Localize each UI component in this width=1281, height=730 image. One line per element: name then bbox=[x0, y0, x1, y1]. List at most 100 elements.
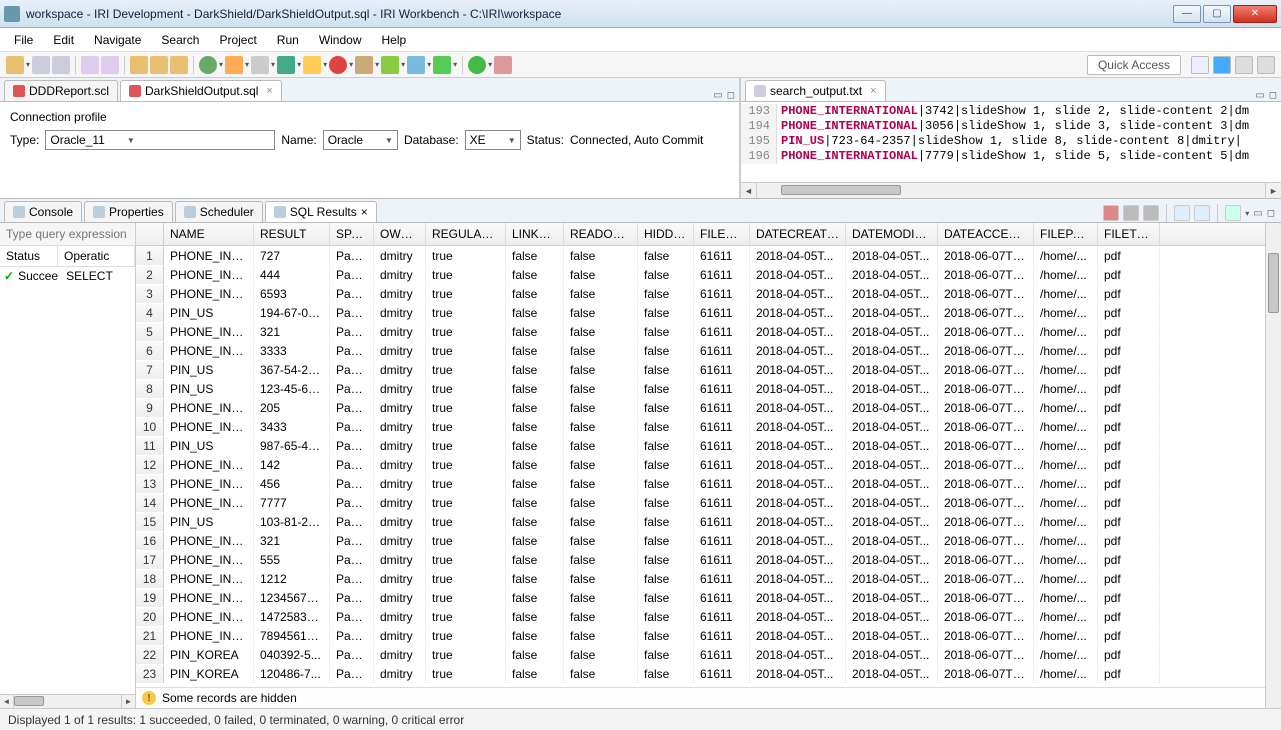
col-header[interactable]: DATEMODIFIED bbox=[846, 223, 938, 245]
text-mode-icon[interactable] bbox=[1194, 205, 1210, 221]
table-row[interactable]: 4PIN_US194-67-09...Pag...dmitrytruefalse… bbox=[136, 303, 1265, 322]
rocket-icon[interactable] bbox=[355, 56, 373, 74]
perspective-iri-icon[interactable] bbox=[1213, 56, 1231, 74]
col-header[interactable]: HIDDEN bbox=[638, 223, 694, 245]
maximize-pane-icon[interactable]: ◻ bbox=[1269, 90, 1277, 101]
tab-search-output[interactable]: search_output.txt × bbox=[745, 80, 886, 101]
type-dropdown[interactable]: Oracle_11 bbox=[45, 130, 275, 150]
col-status[interactable]: Status bbox=[0, 246, 58, 266]
snow-icon[interactable] bbox=[407, 56, 425, 74]
table-row[interactable]: 14PHONE_INTE...7777Pag...dmitrytruefalse… bbox=[136, 493, 1265, 512]
scroll-thumb[interactable] bbox=[1268, 253, 1279, 313]
tab-dddreport[interactable]: DDDReport.scl bbox=[4, 80, 118, 101]
col-header[interactable] bbox=[136, 223, 164, 245]
col-header[interactable]: SPAN bbox=[330, 223, 374, 245]
undo-icon[interactable] bbox=[81, 56, 99, 74]
table-row[interactable]: 21PHONE_INTE...78945612...Pag...dmitrytr… bbox=[136, 626, 1265, 645]
name-dropdown[interactable]: Oracle bbox=[323, 130, 398, 150]
table-row[interactable]: 5PHONE_INTE...321Pag...dmitrytruefalsefa… bbox=[136, 322, 1265, 341]
menu-file[interactable]: File bbox=[6, 31, 41, 49]
terminate-icon[interactable] bbox=[1143, 205, 1159, 221]
table-row[interactable]: 2PHONE_INTE...444Pag...dmitrytruefalsefa… bbox=[136, 265, 1265, 284]
menu-project[interactable]: Project bbox=[211, 31, 264, 49]
maximize-view-icon[interactable]: ◻ bbox=[1267, 208, 1275, 219]
table-row[interactable]: 7PIN_US367-54-23...Pag...dmitrytruefalse… bbox=[136, 360, 1265, 379]
save-all-icon[interactable] bbox=[52, 56, 70, 74]
code-line[interactable]: PHONE_INTERNATIONAL|3742|slideShow 1, sl… bbox=[777, 104, 1249, 119]
menu-edit[interactable]: Edit bbox=[45, 31, 82, 49]
col-header[interactable]: READONLY bbox=[564, 223, 638, 245]
globe-icon[interactable] bbox=[199, 56, 217, 74]
scroll-left-icon[interactable]: ◄ bbox=[741, 183, 757, 198]
scroll-right-icon[interactable]: ► bbox=[1265, 183, 1281, 198]
menu-navigate[interactable]: Navigate bbox=[86, 31, 149, 49]
code-line[interactable]: PHONE_INTERNATIONAL|3056|slideShow 1, sl… bbox=[777, 119, 1249, 134]
run-icon[interactable] bbox=[433, 56, 451, 74]
ball-icon[interactable] bbox=[329, 56, 347, 74]
table-row[interactable]: 15PIN_US103-81-23...Pag...dmitrytruefals… bbox=[136, 512, 1265, 531]
folder-icon[interactable] bbox=[130, 56, 148, 74]
text-editor[interactable]: 193PHONE_INTERNATIONAL|3742|slideShow 1,… bbox=[741, 102, 1281, 182]
col-header[interactable]: NAME bbox=[164, 223, 254, 245]
table-row[interactable]: 3PHONE_INTE...6593Pag...dmitrytruefalsef… bbox=[136, 284, 1265, 303]
scroll-thumb[interactable] bbox=[14, 696, 44, 706]
close-icon[interactable]: × bbox=[361, 205, 368, 219]
table-row[interactable]: 13PHONE_INTE...456Pag...dmitrytruefalsef… bbox=[136, 474, 1265, 493]
menu-window[interactable]: Window bbox=[311, 31, 370, 49]
db-icon[interactable] bbox=[251, 56, 269, 74]
folder2-icon[interactable] bbox=[150, 56, 168, 74]
quick-access[interactable]: Quick Access bbox=[1087, 55, 1181, 75]
maximize-pane-icon[interactable]: ◻ bbox=[727, 90, 735, 101]
table-row[interactable]: 11PIN_US987-65-43...Pag...dmitrytruefals… bbox=[136, 436, 1265, 455]
table-row[interactable]: 23PIN_KOREA120486-7...Pag...dmitrytruefa… bbox=[136, 664, 1265, 683]
menu-help[interactable]: Help bbox=[374, 31, 415, 49]
remove-result-icon[interactable] bbox=[1103, 205, 1119, 221]
table-row[interactable]: 1PHONE_INTE...727Pag...dmitrytruefalsefa… bbox=[136, 246, 1265, 265]
perspective-git-icon[interactable] bbox=[1235, 56, 1253, 74]
table-row[interactable]: 8PIN_US123-45-67...Pag...dmitrytruefalse… bbox=[136, 379, 1265, 398]
minimize-pane-icon[interactable]: ▭ bbox=[713, 90, 722, 101]
menu-search[interactable]: Search bbox=[153, 31, 207, 49]
view-tab-sql-results[interactable]: SQL Results× bbox=[265, 201, 377, 222]
col-header[interactable]: FILEPATH bbox=[1034, 223, 1098, 245]
table-row[interactable]: 12PHONE_INTE...142Pag...dmitrytruefalsef… bbox=[136, 455, 1265, 474]
view-tab-scheduler[interactable]: Scheduler bbox=[175, 201, 263, 222]
code-line[interactable]: PHONE_INTERNATIONAL|7779|slideShow 1, sl… bbox=[777, 149, 1249, 164]
menu-run[interactable]: Run bbox=[269, 31, 307, 49]
col-header[interactable]: FILESIZE bbox=[694, 223, 750, 245]
leaf-icon[interactable] bbox=[381, 56, 399, 74]
gear-icon[interactable] bbox=[225, 56, 243, 74]
code-line[interactable]: PIN_US|723-64-2357|slideShow 1, slide 8,… bbox=[777, 134, 1242, 149]
close-icon[interactable]: × bbox=[266, 85, 272, 97]
perspective-open-icon[interactable] bbox=[1191, 56, 1209, 74]
filter-icon[interactable] bbox=[1225, 205, 1241, 221]
table-row[interactable]: 10PHONE_INTE...3433Pag...dmitrytruefalse… bbox=[136, 417, 1265, 436]
table-body[interactable]: 1PHONE_INTE...727Pag...dmitrytruefalsefa… bbox=[136, 246, 1265, 687]
view-tab-properties[interactable]: Properties bbox=[84, 201, 173, 222]
history-hscrollbar[interactable]: ◄ ► bbox=[0, 694, 135, 708]
editor-hscrollbar[interactable]: ◄ ► bbox=[741, 182, 1281, 198]
col-header[interactable]: REGULARITY bbox=[426, 223, 506, 245]
view-tab-console[interactable]: Console bbox=[4, 201, 82, 222]
col-header[interactable]: RESULT bbox=[254, 223, 330, 245]
col-header[interactable]: DATECREATED bbox=[750, 223, 846, 245]
col-header[interactable]: OWNER bbox=[374, 223, 426, 245]
cube-icon[interactable] bbox=[277, 56, 295, 74]
table-row[interactable]: 9PHONE_INTE...205Pag...dmitrytruefalsefa… bbox=[136, 398, 1265, 417]
scroll-right-icon[interactable]: ► bbox=[121, 695, 135, 708]
col-header[interactable]: LINKAGE bbox=[506, 223, 564, 245]
remove-all-icon[interactable] bbox=[1123, 205, 1139, 221]
col-header[interactable]: DATEACCESSED bbox=[938, 223, 1034, 245]
shield-icon[interactable] bbox=[303, 56, 321, 74]
folder3-icon[interactable] bbox=[170, 56, 188, 74]
minimize-view-icon[interactable]: ▭ bbox=[1253, 208, 1262, 219]
table-row[interactable]: 17PHONE_INTE...555Pag...dmitrytruefalsef… bbox=[136, 550, 1265, 569]
table-row[interactable]: 6PHONE_INTE...3333Pag...dmitrytruefalsef… bbox=[136, 341, 1265, 360]
close-icon[interactable]: × bbox=[870, 85, 876, 97]
scroll-thumb[interactable] bbox=[781, 185, 901, 195]
table-row[interactable]: 18PHONE_INTE...1212Pag...dmitrytruefalse… bbox=[136, 569, 1265, 588]
close-button[interactable]: ✕ bbox=[1233, 5, 1277, 23]
history-row[interactable]: ✓ Succee SELECT bbox=[0, 267, 135, 285]
redo-icon[interactable] bbox=[101, 56, 119, 74]
maximize-button[interactable]: ▢ bbox=[1203, 5, 1231, 23]
